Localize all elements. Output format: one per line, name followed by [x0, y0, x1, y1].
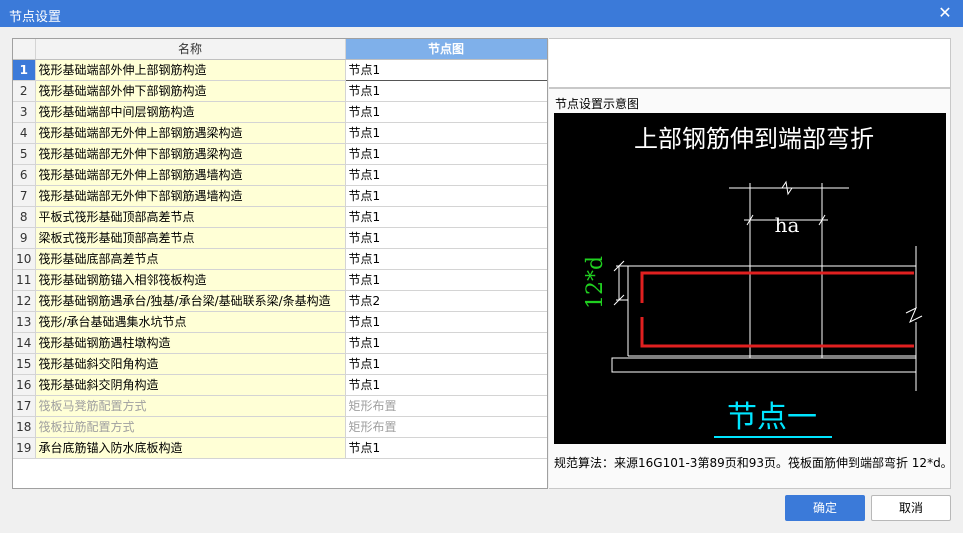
- setting-name-cell[interactable]: 筏形基础端部无外伸下部钢筋遇墙构造: [35, 185, 346, 207]
- node-preview-group: 节点设置示意图 上部钢筋伸到端部弯折 ha 12*d 节点一 规范算法：来源16…: [549, 88, 953, 489]
- setting-name-cell[interactable]: 承台底筋锚入防水底板构造: [35, 437, 346, 459]
- table-row[interactable]: 7 筏形基础端部无外伸下部钢筋遇墙构造 节点1: [13, 185, 547, 207]
- rule-description: 规范算法：来源16G101-3第89页和93页。筏板面筋伸到端部弯折 12*d。: [554, 456, 953, 470]
- row-number[interactable]: 18: [13, 416, 36, 438]
- setting-name-cell[interactable]: 筏板马凳筋配置方式: [35, 395, 346, 417]
- node-diagram: 上部钢筋伸到端部弯折 ha 12*d 节点一: [554, 113, 946, 444]
- table-row[interactable]: 10 筏形基础底部高差节点 节点1: [13, 248, 547, 270]
- row-number[interactable]: 5: [13, 143, 36, 165]
- setting-name-cell[interactable]: 梁板式筏形基础顶部高差节点: [35, 227, 346, 249]
- setting-name-cell[interactable]: 筏形/承台基础遇集水坑节点: [35, 311, 346, 333]
- row-number[interactable]: 10: [13, 248, 36, 270]
- row-number[interactable]: 7: [13, 185, 36, 207]
- table-row[interactable]: 6 筏形基础端部无外伸上部钢筋遇墙构造 节点1: [13, 164, 547, 186]
- row-number[interactable]: 9: [13, 227, 36, 249]
- node-value-cell[interactable]: 矩形布置: [345, 416, 547, 438]
- preview-label: 节点设置示意图: [555, 97, 640, 111]
- node-value-cell[interactable]: 节点1: [345, 353, 547, 375]
- row-number[interactable]: 4: [13, 122, 36, 144]
- ha-dimension-label: ha: [775, 213, 800, 237]
- setting-name-cell[interactable]: 筏形基础端部外伸下部钢筋构造: [35, 80, 346, 102]
- table-row[interactable]: 5 筏形基础端部无外伸下部钢筋遇梁构造 节点1: [13, 143, 547, 165]
- node-value-cell[interactable]: 节点1: [345, 248, 547, 270]
- table-row[interactable]: 16 筏形基础斜交阴角构造 节点1: [13, 374, 547, 396]
- node-value-cell[interactable]: 节点1: [345, 311, 547, 333]
- row-number[interactable]: 1: [13, 59, 36, 81]
- table-row[interactable]: 2 筏形基础端部外伸下部钢筋构造 节点1: [13, 80, 547, 102]
- 12d-dimension-label: 12*d: [583, 256, 608, 309]
- table-row[interactable]: 11 筏形基础钢筋锚入相邻筏板构造 节点1: [13, 269, 547, 291]
- table-row[interactable]: 3 筏形基础端部中间层钢筋构造 节点1: [13, 101, 547, 123]
- table-row[interactable]: 12 筏形基础钢筋遇承台/独基/承台梁/基础联系梁/条基构造 节点2: [13, 290, 547, 312]
- node-value-cell[interactable]: 节点1: [345, 122, 547, 144]
- node-value-cell[interactable]: 节点1: [345, 164, 547, 186]
- table-row[interactable]: 8 平板式筏形基础顶部高差节点 节点1: [13, 206, 547, 228]
- setting-name-cell[interactable]: 筏形基础斜交阴角构造: [35, 374, 346, 396]
- rebar-lines: [640, 271, 914, 348]
- top-dimension-line: [729, 180, 849, 358]
- table-row[interactable]: 13 筏形/承台基础遇集水坑节点 节点1: [13, 311, 547, 333]
- close-icon[interactable]: ✕: [935, 3, 955, 23]
- node-column-header[interactable]: 节点图: [345, 39, 547, 60]
- table-row[interactable]: 18 筏板拉筋配置方式 矩形布置: [13, 416, 547, 438]
- top-right-panel: [549, 38, 951, 88]
- setting-name-cell[interactable]: 筏形基础端部无外伸上部钢筋遇梁构造: [35, 122, 346, 144]
- node-value-cell[interactable]: 矩形布置: [345, 395, 547, 417]
- title-bar: 节点设置 ✕: [0, 0, 963, 27]
- node-value-cell[interactable]: 节点1: [345, 269, 547, 291]
- cancel-button[interactable]: 取消: [871, 495, 951, 521]
- table-row[interactable]: 17 筏板马凳筋配置方式 矩形布置: [13, 395, 547, 417]
- table-row[interactable]: 1 筏形基础端部外伸上部钢筋构造 节点1: [13, 58, 547, 81]
- table-row[interactable]: 9 梁板式筏形基础顶部高差节点 节点1: [13, 227, 547, 249]
- table-row[interactable]: 19 承台底筋锚入防水底板构造 节点1: [13, 437, 547, 459]
- node-value-cell[interactable]: 节点1: [345, 332, 547, 354]
- node-settings-table[interactable]: 名称 节点图 1 筏形基础端部外伸上部钢筋构造 节点1 2 筏形基础端部外伸下部钢筋构造…: [12, 38, 548, 489]
- setting-name-cell[interactable]: 筏形基础端部无外伸下部钢筋遇梁构造: [35, 143, 346, 165]
- name-column-header[interactable]: 名称: [35, 39, 346, 60]
- node-value-cell[interactable]: 节点1: [345, 374, 547, 396]
- row-number[interactable]: 15: [13, 353, 36, 375]
- row-number-header: [13, 39, 36, 60]
- node-value-cell[interactable]: 节点1: [345, 206, 547, 228]
- setting-name-cell[interactable]: 平板式筏形基础顶部高差节点: [35, 206, 346, 228]
- row-number[interactable]: 16: [13, 374, 36, 396]
- node-value-cell[interactable]: 节点2: [345, 290, 547, 312]
- row-number[interactable]: 12: [13, 290, 36, 312]
- table-row[interactable]: 15 筏形基础斜交阳角构造 节点1: [13, 353, 547, 375]
- setting-name-cell[interactable]: 筏形基础斜交阳角构造: [35, 353, 346, 375]
- node-caption: 节点一: [727, 400, 817, 435]
- setting-name-cell[interactable]: 筏形基础端部中间层钢筋构造: [35, 101, 346, 123]
- table-row[interactable]: 14 筏形基础钢筋遇柱墩构造 节点1: [13, 332, 547, 354]
- ok-button[interactable]: 确定: [785, 495, 865, 521]
- node-value-cell[interactable]: 节点1: [345, 437, 547, 459]
- row-number[interactable]: 8: [13, 206, 36, 228]
- setting-name-cell[interactable]: 筏形基础钢筋遇柱墩构造: [35, 332, 346, 354]
- setting-name-cell[interactable]: 筏形基础端部无外伸上部钢筋遇墙构造: [35, 164, 346, 186]
- node-value-cell[interactable]: 节点1: [345, 227, 547, 249]
- slab-outline: [611, 246, 923, 391]
- setting-name-cell[interactable]: 筏形基础钢筋锚入相邻筏板构造: [35, 269, 346, 291]
- row-number[interactable]: 13: [13, 311, 36, 333]
- window-title: 节点设置: [9, 10, 62, 25]
- node-value-cell[interactable]: 节点1: [345, 101, 547, 123]
- node-value-cell[interactable]: 节点1: [344, 58, 547, 81]
- setting-name-cell[interactable]: 筏形基础底部高差节点: [35, 248, 346, 270]
- node-value-cell[interactable]: 节点1: [345, 185, 547, 207]
- row-number[interactable]: 3: [13, 101, 36, 123]
- diagram-title: 上部钢筋伸到端部弯折: [634, 125, 874, 153]
- table-row[interactable]: 4 筏形基础端部无外伸上部钢筋遇梁构造 节点1: [13, 122, 547, 144]
- row-number[interactable]: 17: [13, 395, 36, 417]
- row-number[interactable]: 2: [13, 80, 36, 102]
- setting-name-cell[interactable]: 筏形基础钢筋遇承台/独基/承台梁/基础联系梁/条基构造: [35, 290, 346, 312]
- setting-name-cell[interactable]: 筏形基础端部外伸上部钢筋构造: [35, 59, 346, 81]
- row-number[interactable]: 19: [13, 437, 36, 459]
- node-value-cell[interactable]: 节点1: [345, 143, 547, 165]
- row-number[interactable]: 11: [13, 269, 36, 291]
- row-number[interactable]: 6: [13, 164, 36, 186]
- node-value-cell[interactable]: 节点1: [345, 80, 547, 102]
- setting-name-cell[interactable]: 筏板拉筋配置方式: [35, 416, 346, 438]
- row-number[interactable]: 14: [13, 332, 36, 354]
